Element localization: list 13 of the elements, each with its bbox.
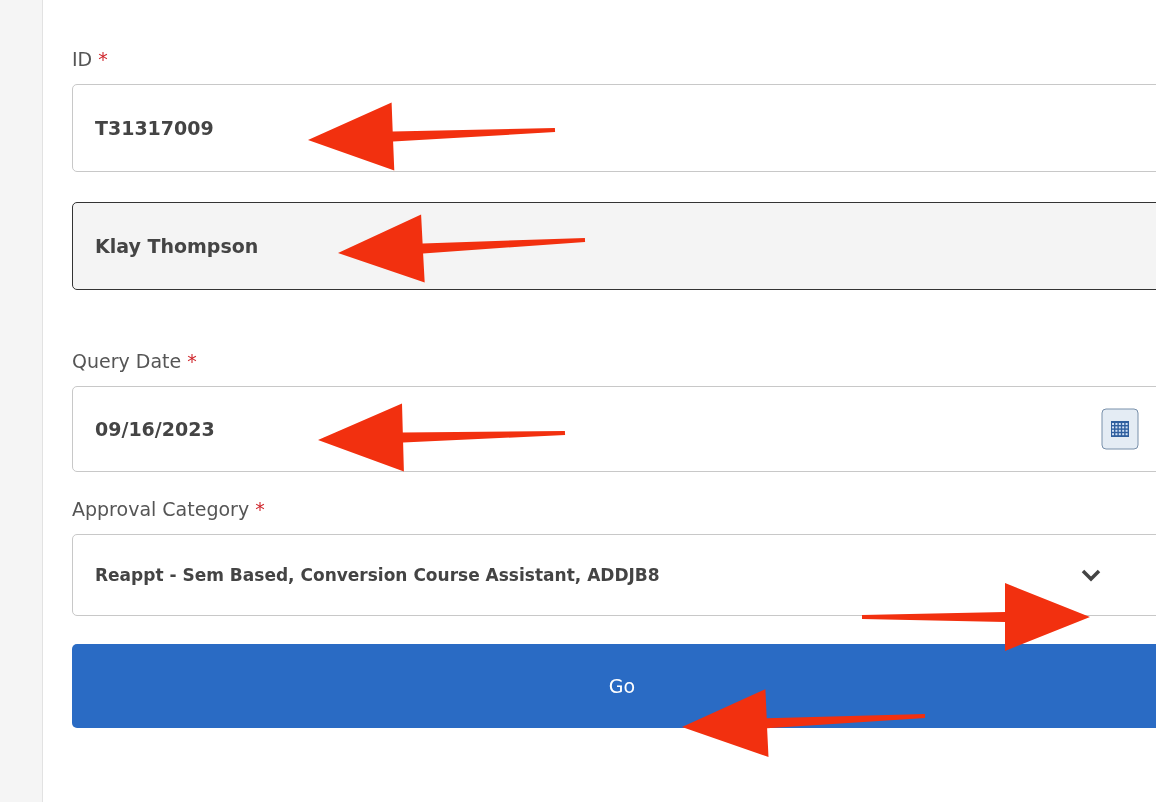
date-field[interactable]: 09/16/2023 bbox=[72, 386, 1156, 472]
field-label: ID bbox=[72, 48, 93, 70]
go-button[interactable]: Go bbox=[72, 644, 1156, 728]
category-select[interactable]: Reappt - Sem Based, Conversion Course Assistant, ADDJB8 bbox=[72, 534, 1156, 616]
chevron-down-icon bbox=[1081, 568, 1101, 582]
required-mark: * bbox=[98, 48, 108, 70]
required-mark: * bbox=[255, 498, 265, 520]
field-label: Approval Category bbox=[72, 498, 250, 520]
id-field[interactable]: T31317009 bbox=[72, 84, 1156, 172]
required-mark: * bbox=[187, 350, 197, 372]
name-field: Klay Thompson bbox=[72, 202, 1156, 290]
calendar-icon[interactable] bbox=[1101, 408, 1139, 450]
field-label: Query Date bbox=[72, 350, 182, 372]
